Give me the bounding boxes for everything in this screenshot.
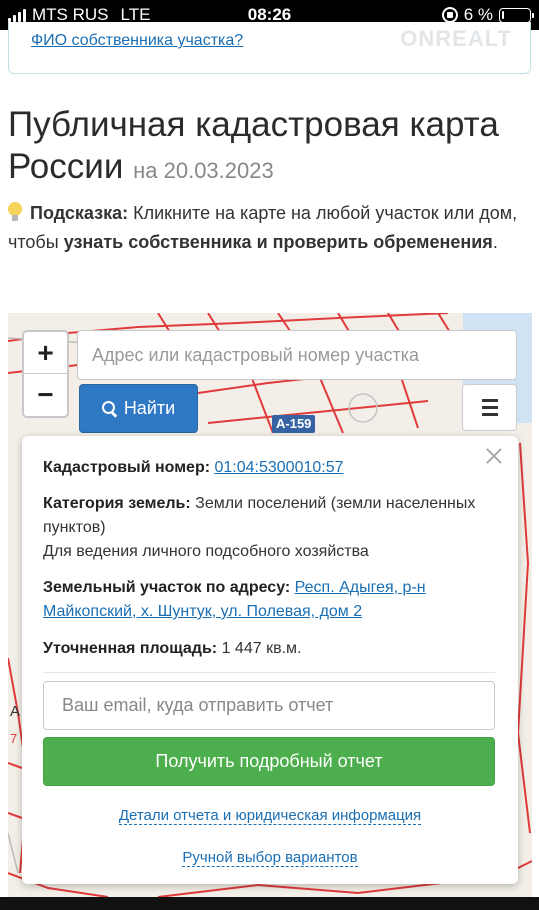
battery-icon	[499, 7, 534, 23]
find-button-label: Найти	[123, 398, 176, 418]
road-label: А-159	[272, 415, 316, 433]
address-label: Земельный участок по адресу:	[43, 579, 291, 596]
search-icon	[101, 400, 118, 417]
cadastral-number-label: Кадастровый номер:	[43, 459, 211, 476]
area-value: 1 447 кв.м.	[221, 640, 302, 657]
battery-fill	[502, 10, 504, 19]
title-date: на 20.03.2023	[133, 158, 274, 183]
cadastral-number-row: Кадастровый номер: 01:04:5300010:57	[43, 456, 493, 480]
owner-question-box: ФИО собственника участка? ONREALT	[8, 22, 531, 74]
hamburger-icon	[481, 399, 498, 402]
area-label: Уточненная площадь:	[43, 640, 218, 657]
email-field[interactable]	[43, 681, 495, 730]
land-usage: Для ведения личного подсобного хозяйства	[43, 543, 369, 560]
zoom-control: + −	[22, 330, 69, 418]
manual-selection-link[interactable]: Ручной выбор вариантов	[182, 849, 358, 867]
land-category-label: Категория земель:	[43, 495, 191, 512]
hint-text: Подсказка: Кликните на карте на любой уч…	[8, 199, 533, 257]
manual-link-wrap: Ручной выбор вариантов	[22, 849, 518, 867]
hint-label: Подсказка:	[30, 203, 129, 223]
zoom-out-button[interactable]: −	[24, 374, 67, 416]
report-details-link[interactable]: Детали отчета и юридическая информация	[118, 807, 422, 825]
map-edge-letter: А	[10, 703, 20, 720]
hamburger-icon-line	[481, 413, 498, 416]
bottom-bar	[0, 897, 539, 910]
address-row: Земельный участок по адресу: Респ. Адыге…	[43, 576, 493, 624]
divider	[43, 672, 495, 673]
parcel-info-popup: Кадастровый номер: 01:04:5300010:57 Кате…	[22, 436, 518, 884]
hint-bold: узнать собственника и проверить обремене…	[63, 232, 493, 252]
details-link-wrap: Детали отчета и юридическая информация	[22, 807, 518, 825]
address-search-input[interactable]	[77, 330, 517, 380]
menu-button[interactable]	[462, 384, 517, 431]
land-category-row: Категория земель: Земли поселений (земли…	[43, 492, 493, 540]
page-title: Публичная кадастровая карта России на 20…	[8, 104, 533, 192]
cadastral-number-link[interactable]: 01:04:5300010:57	[215, 459, 344, 476]
find-button[interactable]: Найти	[79, 384, 198, 433]
rotation-lock-icon	[441, 7, 458, 23]
owner-question-link[interactable]: ФИО собственника участка?	[31, 32, 243, 50]
lightbulb-icon	[8, 202, 22, 222]
hamburger-icon-line	[481, 406, 498, 409]
hint-end: .	[492, 232, 498, 252]
map-edge-number: 7	[10, 731, 17, 746]
area-row: Уточненная площадь: 1 447 кв.м.	[43, 637, 493, 661]
zoom-in-button[interactable]: +	[24, 332, 67, 374]
get-report-button[interactable]: Получить подробный отчет	[43, 737, 495, 786]
watermark-logo: ONREALT	[400, 26, 512, 52]
watermark-text: ONREALT	[400, 26, 512, 51]
